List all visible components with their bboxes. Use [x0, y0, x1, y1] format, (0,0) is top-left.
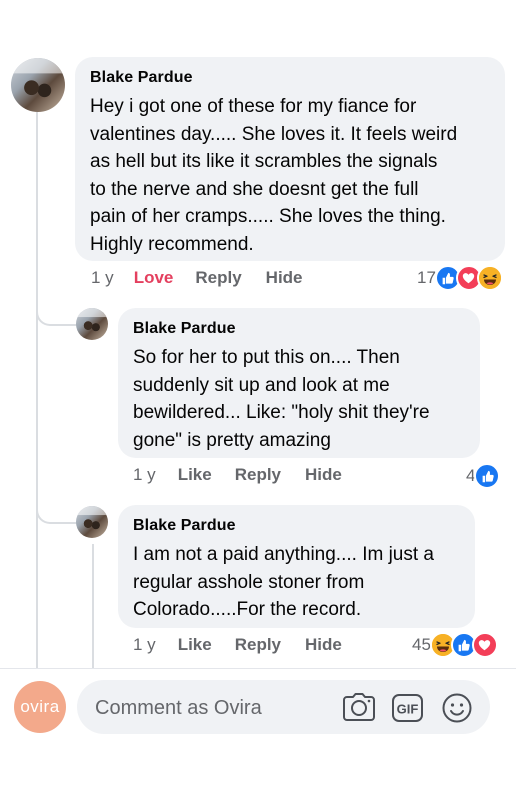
love-reaction-button[interactable]: Love	[134, 268, 174, 288]
comment-line: as hell but its like it scrambles the si…	[90, 151, 438, 172]
thread-line-main	[36, 112, 38, 668]
reply-line: Colorado.....For the record.	[133, 599, 362, 620]
reply-line: gone" is pretty amazing	[133, 429, 331, 451]
emoji-icon[interactable]	[441, 692, 473, 729]
comment-line: Highly recommend.	[90, 233, 254, 255]
like-button[interactable]: Like	[178, 635, 212, 655]
thread-line-reply-1	[36, 300, 78, 326]
reply-bubble: Blake Pardue I am not a paid anything...…	[118, 505, 475, 628]
reaction-summary[interactable]: 45	[412, 632, 498, 658]
page-avatar[interactable]: ovira	[14, 681, 66, 733]
comment-age[interactable]: 1 y	[91, 268, 114, 288]
reply-line: suddenly sit up and look at me	[133, 374, 390, 396]
brand-avatar-text: ovira	[20, 697, 60, 716]
avatar[interactable]	[76, 506, 108, 538]
haha-reaction-icon	[476, 265, 503, 291]
hide-button[interactable]: Hide	[266, 268, 303, 288]
reply-line: regular asshole stoner from	[133, 571, 365, 593]
comment-line: Hey i got one of these for my fiance for	[90, 96, 417, 117]
reply-actions: 1 y Like Reply Hide	[133, 465, 342, 485]
comment-composer[interactable]: GIF	[77, 680, 490, 736]
avatar[interactable]	[76, 308, 108, 340]
reply-line: I am not a paid anything.... Im just a	[133, 544, 434, 565]
reaction-summary[interactable]: 17	[417, 265, 503, 291]
comment-input[interactable]	[93, 680, 327, 736]
avatar[interactable]	[11, 58, 65, 112]
reply-button[interactable]: Reply	[235, 635, 281, 655]
reply-button[interactable]: Reply	[195, 268, 241, 288]
reaction-count: 17	[417, 268, 436, 287]
comment-text: Hey i got one of these for my fiance for…	[90, 93, 489, 258]
reply-author[interactable]: Blake Pardue	[133, 517, 460, 535]
comment-actions: 1 y Love Reply Hide	[91, 268, 303, 288]
comment-line: to the nerve and she doesnt get the full	[90, 178, 419, 200]
hide-button[interactable]: Hide	[305, 465, 342, 485]
comment-line: pain of her cramps..... She loves the th…	[90, 206, 446, 227]
thread-line-sub	[92, 544, 94, 668]
comment-line: valentines day..... She loves it. It fee…	[90, 123, 458, 145]
comment-author[interactable]: Blake Pardue	[90, 69, 489, 87]
reply-author[interactable]: Blake Pardue	[133, 320, 465, 338]
hide-button[interactable]: Hide	[305, 635, 342, 655]
like-reaction-icon	[474, 463, 501, 489]
love-reaction-icon	[471, 632, 498, 658]
gif-icon-label: GIF	[397, 702, 419, 717]
gif-icon[interactable]: GIF	[391, 693, 425, 728]
reply-bubble: Blake Pardue So for her to put this on..…	[118, 308, 480, 458]
reply-age[interactable]: 1 y	[133, 635, 156, 655]
reply-line: So for her to put this on.... Then	[133, 347, 400, 368]
comment-bubble: Blake Pardue Hey i got one of these for …	[75, 57, 505, 261]
reply-text: So for her to put this on.... Then sudde…	[133, 344, 465, 454]
like-button[interactable]: Like	[178, 465, 212, 485]
reply-text: I am not a paid anything.... Im just a r…	[133, 541, 460, 624]
reply-age[interactable]: 1 y	[133, 465, 156, 485]
composer-divider	[0, 668, 516, 669]
reply-line: bewildered... Like: "holy shit they're	[133, 402, 430, 423]
thread-line-reply-2	[36, 498, 78, 524]
reply-actions: 1 y Like Reply Hide	[133, 635, 342, 655]
camera-icon[interactable]	[342, 692, 376, 727]
reaction-count: 45	[412, 635, 431, 654]
reply-button[interactable]: Reply	[235, 465, 281, 485]
reaction-summary[interactable]: 4	[466, 463, 501, 489]
